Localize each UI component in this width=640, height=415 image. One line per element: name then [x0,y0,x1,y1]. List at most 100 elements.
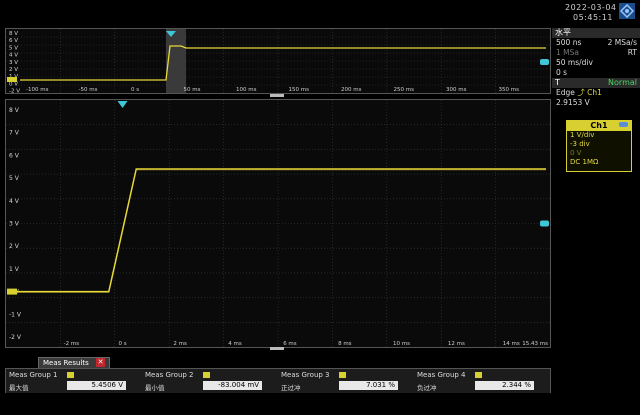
main-x-label: 2 ms [173,341,187,347]
main-x-label: 10 ms [393,341,410,347]
overview-x-label: -50 ms [79,87,98,93]
meas-group-label[interactable]: Meas Group 4 [417,371,466,379]
main-trigger-level-icon [540,220,549,227]
main-x-label: 0 s [119,341,127,347]
bottom-area [0,393,640,415]
main-y-label: -2 V [9,334,22,341]
meas-type-label: 最大值 [9,384,29,392]
trigger-type-row[interactable]: Edge ⤴ Ch1 [552,88,640,98]
overview-x-label: 200 ms [341,87,362,93]
trigger-type: Edge [556,88,575,97]
meas-channel-tag-icon [203,372,210,378]
main-trigger-marker-icon [117,101,128,108]
channel1-offset: -3 div [570,140,590,148]
scale-row[interactable]: 50 ms/div [552,58,640,68]
main-x-label: 14 ms [503,341,520,347]
overview-y-label: 0 V [9,81,18,87]
meas-group-label[interactable]: Meas Group 2 [145,371,194,379]
overview-y-label: 5 V [9,45,18,51]
main-y-label: 5 V [9,175,20,182]
meas-value: 5.4506 V [67,381,126,390]
meas-channel-tag-icon [475,372,482,378]
time-offset-value: 0 s [556,68,568,77]
overview-trigger-level-icon [540,59,549,65]
meas-type-label: 最小值 [145,384,165,392]
meas-channel-tag-icon [339,372,346,378]
meas-group-label[interactable]: Meas Group 3 [281,371,330,379]
channel1-settings-box[interactable]: Ch1 1 V/div -3 div 0 V DC 1MΩ [566,120,632,172]
meas-type-label: 正过冲 [281,384,301,392]
main-x-label: 8 ms [338,341,352,347]
main-y-label: 6 V [9,152,20,159]
horizontal-header[interactable]: 水平 [552,28,640,38]
overview-x-label: 350 ms [499,87,520,93]
overview-y-label: 4 V [9,53,18,59]
main-y-label: 2 V [9,243,20,250]
trigger-header[interactable]: T Normal [552,78,640,88]
timebase-row[interactable]: 500 ns 2 MSa/s [552,38,640,48]
overview-x-label: 100 ms [236,87,257,93]
trigger-label: T [555,78,560,87]
meas-value: 7.031 % [339,381,398,390]
channel1-coupling: DC 1MΩ [570,158,599,166]
overview-x-label: 0 s [131,87,139,93]
main-y-label: 8 V [9,107,20,114]
overview-x-label: 300 ms [446,87,467,93]
trigger-level-row[interactable]: 2.9153 V [552,98,640,108]
trigger-state: Normal [608,78,637,87]
main-x-label: 15.43 ms [522,341,548,347]
overview-channel-marker-icon [7,77,17,82]
trigger-source: Ch1 [587,88,602,97]
overview-x-label: -100 ms [26,87,49,93]
acq-mode-value: RT [627,48,637,57]
overview-plot[interactable]: 8 V6 V5 V4 V3 V2 V1 V0 V-2 V-100 ms-50 m… [6,29,550,95]
overview-trace [20,45,546,81]
overview-waveform-panel[interactable]: 8 V6 V5 V4 V3 V2 V1 V0 V-2 V-100 ms-50 m… [5,28,551,95]
main-x-label: 4 ms [228,341,242,347]
close-icon[interactable]: ✕ [96,358,105,367]
channel1-position: 0 V [570,149,582,157]
overview-y-label: -2 V [9,89,20,93]
overview-x-label: 150 ms [289,87,310,93]
right-info-column: 水平 500 ns 2 MSa/s 1 MSa RT 50 ms/div 0 s T… [552,28,640,346]
meas-value: -83.004 mV [203,381,262,390]
overview-y-label: 8 V [9,31,18,37]
main-x-label: 12 ms [448,341,465,347]
main-y-label: 7 V [9,130,20,137]
main-channel-ground-marker-icon [7,288,17,295]
channel1-menu-icon[interactable] [619,122,628,127]
brand-logo-icon[interactable] [619,3,635,19]
meas-channel-tag-icon [67,372,74,378]
trigger-level: 2.9153 V [556,98,590,107]
main-waveform-panel[interactable]: 8 V7 V6 V5 V4 V3 V2 V1 V0 V-1 V-2 V-2 ms… [5,99,551,348]
main-y-label: 1 V [9,266,20,273]
memory-value: 1 MSa [556,48,579,57]
main-x-label: -2 ms [64,341,80,347]
main-plot[interactable]: 8 V7 V6 V5 V4 V3 V2 V1 V0 V-1 V-2 V-2 ms… [6,100,550,347]
sample-rate-value: 2 MSa/s [607,38,637,47]
channel1-vdiv: 1 V/div [570,131,595,139]
main-y-label: -1 V [9,311,22,318]
zoom-divider-handle[interactable] [270,94,284,97]
overview-y-label: 2 V [9,67,18,73]
offset-row[interactable]: 0 s [552,68,640,78]
date-readout: 2022-03-04 [565,3,617,12]
meas-value: 2.344 % [475,381,534,390]
main-y-label: 3 V [9,221,20,228]
overview-x-label: 250 ms [394,87,415,93]
main-y-label: 4 V [9,198,20,205]
time-readout: 05:45:11 [573,13,613,22]
memory-row[interactable]: 1 MSa RT [552,48,640,58]
meas-group-label[interactable]: Meas Group 1 [9,371,58,379]
overview-y-label: 3 V [9,60,18,66]
top-status-bar [0,0,640,28]
overview-y-label: 6 V [9,38,18,44]
measurement-results-bar: Meas Group 1 最大值 5.4506 V Meas Group 2 最小值 -8… [5,368,551,394]
rising-edge-icon: ⤴ [577,88,585,97]
timebase-value: 500 ns [556,38,582,47]
main-x-label: 6 ms [283,341,297,347]
time-scale-value: 50 ms/div [556,58,593,67]
panel-resize-handle[interactable] [270,347,284,350]
overview-x-label: 50 ms [184,87,201,93]
meas-type-label: 负过冲 [417,384,437,392]
